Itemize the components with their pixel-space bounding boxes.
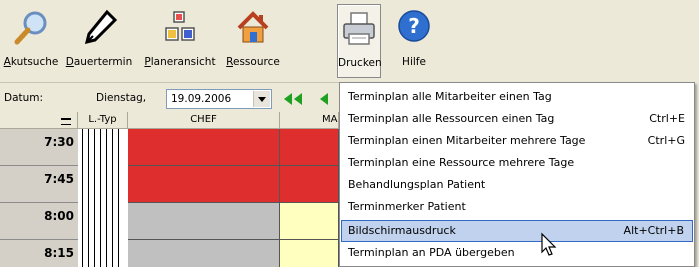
akutsuche-label: kutsuche xyxy=(10,56,59,68)
drucken-label: Drucken xyxy=(338,57,382,69)
menu-item-terminplan-mitarbeiter-mehrere-tage[interactable]: Terminplan einen Mitarbeiter mehrere Tag… xyxy=(341,130,693,152)
date-picker[interactable]: 19.09.2006 xyxy=(166,89,272,109)
free-slot[interactable] xyxy=(280,203,339,240)
free-slot[interactable] xyxy=(280,240,339,267)
ma-column-header[interactable]: MA xyxy=(280,112,339,129)
time-slot-label: 7:45 xyxy=(0,166,78,203)
previous-day-icon[interactable] xyxy=(318,92,330,106)
menu-item-terminplan-mitarbeiter-tag[interactable]: Terminplan alle Mitarbeiter einen Tag xyxy=(341,86,693,108)
magnifier-icon xyxy=(14,11,47,45)
menu-item-label: Terminplan eine Ressource mehrere Tage xyxy=(348,156,575,169)
toolbar: Akutsuche Dauertermin Planeransicht Ress… xyxy=(0,0,699,82)
menu-item-terminmerker[interactable]: Terminmerker Patient xyxy=(341,196,693,218)
dauertermin-accesskey: D xyxy=(65,56,74,68)
collapse-icon[interactable] xyxy=(61,118,71,125)
dauertermin-button[interactable]: Dauertermin xyxy=(64,6,134,76)
akutsuche-button[interactable]: Akutsuche xyxy=(2,6,60,76)
schedule-grid: L.-Typ CHEF MA 7:30 7:45 8:00 8:15 xyxy=(0,112,339,267)
menu-item-label: Terminmerker Patient xyxy=(348,200,466,213)
chevron-down-icon[interactable] xyxy=(253,91,270,107)
menu-item-terminplan-ressourcen-tag[interactable]: Terminplan alle Ressourcen einen Tag Ctr… xyxy=(341,108,693,130)
type-stripes xyxy=(78,129,128,267)
appointment-slot[interactable] xyxy=(280,166,339,203)
hilfe-button[interactable]: ? Hilfe xyxy=(394,6,434,76)
time-column-header xyxy=(0,112,78,129)
menu-item-label: Terminplan einen Mitarbeiter mehrere Tag… xyxy=(348,134,586,147)
date-label: Datum: xyxy=(4,92,44,104)
planeransicht-label: laneransicht xyxy=(150,56,216,68)
mouse-cursor-icon xyxy=(541,232,557,256)
menu-item-behandlungsplan[interactable]: Behandlungsplan Patient xyxy=(341,174,693,196)
time-slot-label: 8:00 xyxy=(0,203,78,240)
appointment-slot[interactable] xyxy=(128,129,280,166)
printer-icon xyxy=(343,12,375,45)
menu-item-label: Bildschirmausdruck xyxy=(348,224,456,237)
date-value: 19.09.2006 xyxy=(171,93,232,105)
ressource-button[interactable]: Ressource xyxy=(220,6,286,76)
grid-view-icon xyxy=(165,11,195,41)
previous-week-icon[interactable] xyxy=(282,92,304,106)
date-bar: Datum: Dienstag, 19.09.2006 xyxy=(0,82,339,113)
chef-column-header[interactable]: CHEF xyxy=(128,112,280,129)
menu-item-label: Terminplan alle Mitarbeiter einen Tag xyxy=(348,90,552,103)
menu-item-label: Terminplan an PDA übergeben xyxy=(348,246,515,259)
empty-slot[interactable] xyxy=(128,203,280,240)
planeransicht-button[interactable]: Planeransicht xyxy=(142,6,218,76)
menu-item-label: Behandlungsplan Patient xyxy=(348,178,486,191)
menu-item-pda-uebergeben[interactable]: Terminplan an PDA übergeben xyxy=(341,242,693,264)
pen-icon xyxy=(84,9,118,45)
ressource-label: essource xyxy=(233,56,280,68)
help-icon: ? xyxy=(398,10,430,42)
menu-item-shortcut: Alt+Ctrl+B xyxy=(623,224,684,237)
akutsuche-accesskey: A xyxy=(3,56,11,68)
menu-item-shortcut: Ctrl+E xyxy=(649,112,685,125)
empty-slot[interactable] xyxy=(128,240,280,267)
menu-item-shortcut: Ctrl+G xyxy=(647,134,685,147)
menu-item-label: Terminplan alle Ressourcen einen Tag xyxy=(348,112,555,125)
time-slot-label: 8:15 xyxy=(0,240,78,267)
print-menu: Terminplan alle Mitarbeiter einen Tag Te… xyxy=(339,82,695,267)
appointment-slot[interactable] xyxy=(128,166,280,203)
house-icon xyxy=(237,11,269,43)
type-column-header[interactable]: L.-Typ xyxy=(78,112,128,129)
time-slot-label: 7:30 xyxy=(0,129,78,166)
dauertermin-label: auertermin xyxy=(73,56,133,68)
ressource-accesskey: R xyxy=(226,56,233,68)
svg-text:?: ? xyxy=(408,14,420,38)
menu-item-bildschirmausdruck[interactable]: Bildschirmausdruck Alt+Ctrl+B xyxy=(341,220,693,242)
appointment-slot[interactable] xyxy=(280,129,339,166)
weekday-label: Dienstag, xyxy=(96,92,147,104)
menu-item-terminplan-ressource-mehrere-tage[interactable]: Terminplan eine Ressource mehrere Tage xyxy=(341,152,693,174)
hilfe-label: Hilfe xyxy=(402,56,426,68)
drucken-button[interactable]: Drucken xyxy=(337,4,382,78)
